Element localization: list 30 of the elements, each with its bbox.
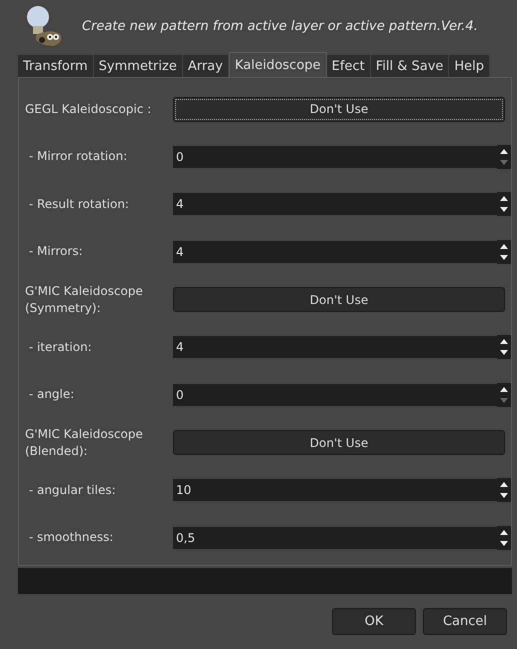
field-label: - smoothness: (28, 529, 114, 546)
field-label: - Mirror rotation: (28, 148, 128, 166)
number-field[interactable]: 4 (173, 193, 497, 216)
tab[interactable]: Array (182, 55, 229, 77)
number-field[interactable]: 0,5 (173, 526, 497, 549)
tab[interactable]: Fill & Save (370, 55, 450, 77)
number-field[interactable]: 10 (173, 479, 497, 502)
field-label: - angle: (28, 386, 76, 404)
option-button[interactable]: Don't Use (173, 430, 505, 456)
dialog-button[interactable]: Cancel (423, 608, 507, 635)
tab[interactable]: Kaleidoscope (228, 52, 327, 77)
dialog-button[interactable]: OK (332, 608, 416, 635)
tab[interactable]: Symmetrize (94, 55, 183, 77)
field-label: - iteration: (28, 338, 93, 356)
dialog-title: Create new pattern from active layer or active pattern.Ver.4. (82, 18, 478, 34)
number-field[interactable]: 0 (173, 146, 497, 168)
number-field[interactable]: 4 (173, 336, 497, 358)
field-label: - angular tiles: (28, 482, 117, 499)
number-field[interactable]: 4 (173, 240, 497, 263)
field-label: G'MIC Kaleidoscope (Symmetry): (25, 282, 144, 317)
option-button[interactable]: Don't Use (173, 96, 505, 122)
tab[interactable]: Transform (18, 55, 94, 77)
field-label: - Mirrors: (28, 243, 84, 260)
field-label: G'MIC Kaleidoscope (Blended): (25, 426, 144, 460)
field-label: - Result rotation: (28, 196, 130, 213)
tab[interactable]: Efect (326, 55, 371, 77)
tab[interactable]: Help (449, 55, 490, 77)
field-label: GEGL Kaleidoscopic : (25, 100, 152, 118)
number-field[interactable]: 0 (173, 384, 497, 406)
option-button[interactable]: Don't Use (173, 287, 505, 312)
